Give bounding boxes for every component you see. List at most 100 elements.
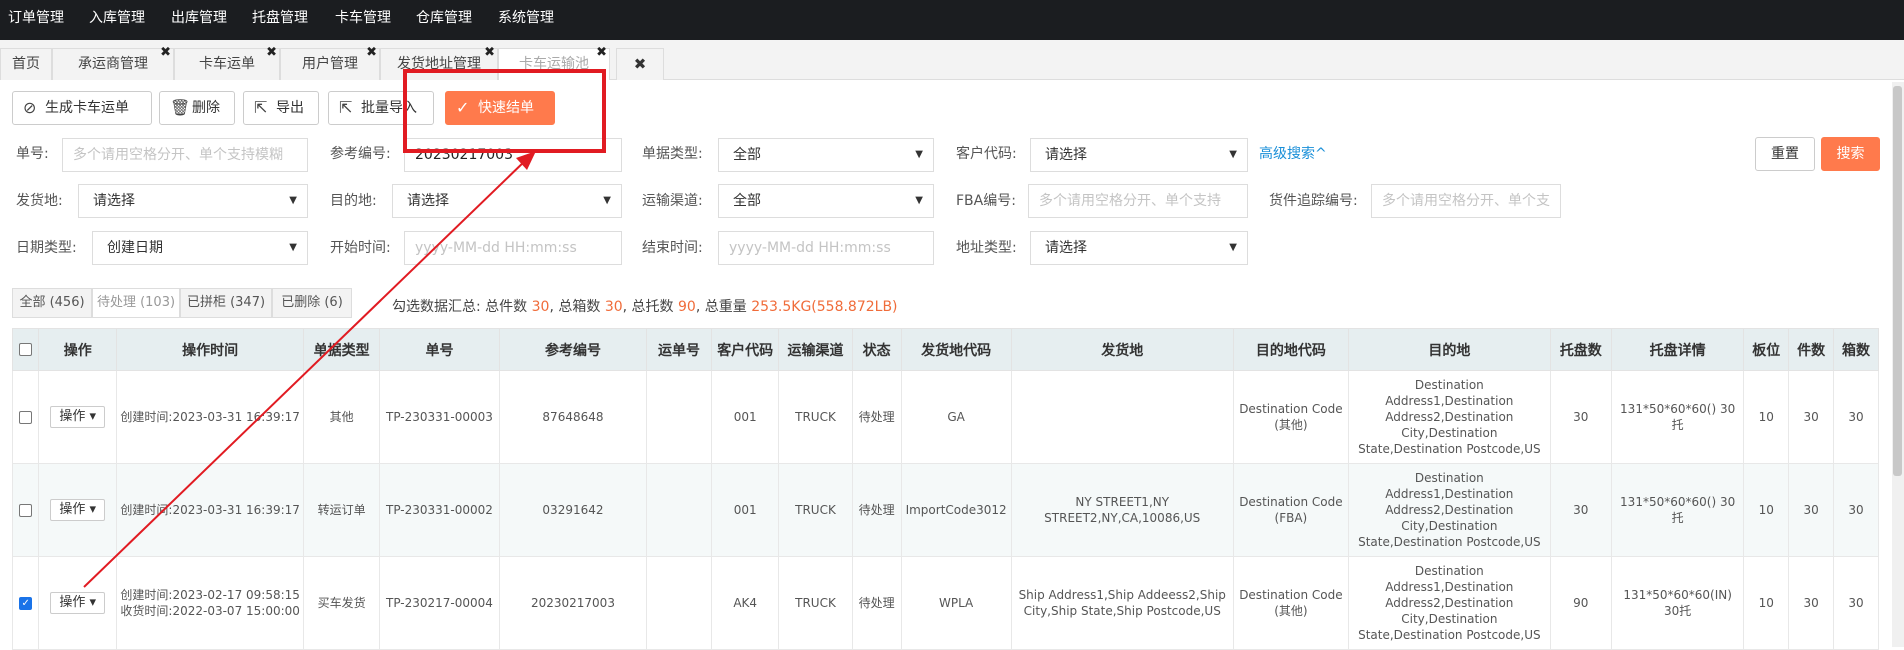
button-label: 导出 [276, 100, 304, 116]
nav-system-mgmt[interactable]: 系统管理 [498, 0, 554, 40]
delete-button[interactable]: 🗑 删除 [159, 91, 235, 125]
tracking-no-label: 货件追踪编号: [1269, 193, 1358, 209]
fba-no-input[interactable]: 多个请用空格分开、单个支持 [1028, 184, 1248, 218]
close-icon[interactable]: ✖ [484, 46, 495, 60]
button-label: 批量导入 [361, 100, 417, 116]
date-type-label: 日期类型: [16, 240, 77, 256]
tracking-no-input[interactable]: 多个请用空格分开、单个支 [1371, 184, 1561, 218]
address-type-label: 地址类型: [956, 240, 1017, 256]
origin-label: 发货地: [16, 193, 63, 209]
summary-pallets: 90 [678, 299, 696, 315]
select-value: 请选择 [1045, 147, 1087, 163]
op-cell: 操作 ▾ [38, 370, 117, 464]
ref-no-label: 参考编号: [330, 146, 391, 162]
select-value: 请选择 [407, 193, 449, 209]
nav-truck-mgmt[interactable]: 卡车管理 [335, 0, 391, 40]
cell-pallet-detail: 131*50*60*60() 30托 [1610, 370, 1745, 464]
tab-shipping-address-mgmt[interactable]: 发货地址管理 ✖ [380, 46, 498, 80]
close-icon[interactable]: ✖ [266, 46, 277, 60]
caret-down-icon: ▼ [289, 242, 297, 253]
op-cell: 操作 ▾ [38, 556, 117, 650]
cell-dest-code: Destination Code (其他) [1232, 556, 1349, 650]
cell-slots: 10 [1743, 556, 1790, 650]
advanced-search-link[interactable]: 高级搜索^ [1259, 144, 1327, 164]
op-cell: 操作 ▾ [38, 463, 117, 557]
select-value: 请选择 [1045, 240, 1087, 256]
nav-order-mgmt[interactable]: 订单管理 [8, 0, 64, 40]
status-tab-consolidated[interactable]: 已拼柜 (347) [180, 288, 272, 318]
operation-dropdown-button[interactable]: 操作 ▾ [50, 406, 106, 428]
tab-user-mgmt[interactable]: 用户管理 ✖ [280, 46, 380, 80]
destination-label: 目的地: [330, 193, 377, 209]
check-circle-icon: ⊘ [23, 98, 37, 117]
quick-close-button[interactable]: ✓ 快速结单 [445, 91, 555, 125]
cell-ref: 20230217003 [499, 556, 647, 650]
tab-home[interactable]: 首页 [0, 48, 52, 80]
nav-warehouse-mgmt[interactable]: 仓库管理 [416, 0, 472, 40]
nav-outbound-mgmt[interactable]: 出库管理 [171, 0, 227, 40]
caret-down-icon: ▼ [915, 195, 923, 206]
nav-inbound-mgmt[interactable]: 入库管理 [89, 0, 145, 40]
cell-dest: Destination Address1,Destination Address… [1347, 556, 1551, 650]
cell-status: 待处理 [851, 463, 902, 557]
cell-boxes: 30 [1833, 370, 1879, 464]
select-all-checkbox[interactable] [19, 343, 33, 356]
close-icon[interactable]: ✖ [160, 46, 171, 60]
cell-channel: TRUCK [778, 556, 853, 650]
row-checkbox[interactable] [19, 504, 33, 517]
tab-carrier-mgmt[interactable]: 承运商管理 ✖ [52, 46, 174, 80]
scrollbar-thumb[interactable] [1893, 86, 1902, 476]
cell-pallet-detail: 131*50*60*60() 30托 [1610, 463, 1745, 557]
doc-type-select[interactable]: 全部 ▼ [718, 138, 934, 172]
export-button[interactable]: ⇱ 导出 [243, 91, 319, 125]
cell-customer: AK4 [711, 556, 780, 650]
search-button[interactable]: 搜索 [1821, 137, 1880, 171]
origin-select[interactable]: 请选择 ▼ [78, 184, 308, 218]
table-header-row: 操作 操作时间 单据类型 单号 参考编号 运单号 客户代码 运输渠道 状态 发货… [11, 328, 1879, 371]
column-header: 操作 [38, 328, 117, 371]
summary-weight: 253.5KG(558.872LB) [751, 299, 898, 315]
status-tab-pending[interactable]: 待处理 (103) [92, 288, 180, 318]
generate-truck-waybill-button[interactable]: ⊘ 生成卡车运单 [12, 91, 152, 125]
close-icon[interactable]: ✖ [366, 46, 377, 60]
status-tab-all[interactable]: 全部 (456) [12, 288, 92, 318]
tab-label: 发货地址管理 [397, 56, 481, 72]
nav-pallet-mgmt[interactable]: 托盘管理 [252, 0, 308, 40]
customer-code-label: 客户代码: [956, 146, 1017, 162]
row-select-cell: ✓ [11, 556, 40, 650]
button-label: 快速结单 [478, 100, 534, 116]
cell-time: 创建时间:2023-03-31 16:39:17 [115, 370, 305, 464]
column-header: 目的地 [1347, 328, 1551, 371]
address-type-select[interactable]: 请选择 ▼ [1030, 231, 1248, 265]
row-select-cell [11, 463, 40, 557]
summary-text: , 总箱数 [549, 299, 601, 315]
cell-ref: 03291642 [499, 463, 647, 557]
cell-pallets: 90 [1549, 556, 1612, 650]
tab-truck-waybill[interactable]: 卡车运单 ✖ [174, 46, 280, 80]
channel-select[interactable]: 全部 ▼ [718, 184, 934, 218]
operation-dropdown-button[interactable]: 操作 ▾ [50, 499, 106, 521]
order-no-input[interactable]: 多个请用空格分开、单个支持模糊 [62, 138, 308, 172]
column-header: 托盘详情 [1610, 328, 1745, 371]
cell-origin-code: GA [900, 370, 1012, 464]
start-time-input[interactable]: yyyy-MM-dd HH:mm:ss [404, 231, 622, 265]
end-time-input[interactable]: yyyy-MM-dd HH:mm:ss [718, 231, 934, 265]
destination-select[interactable]: 请选择 ▼ [392, 184, 622, 218]
reset-button[interactable]: 重置 [1755, 137, 1815, 171]
batch-import-button[interactable]: ⇱ 批量导入 [328, 91, 434, 125]
row-checkbox[interactable] [19, 411, 33, 424]
customer-code-select[interactable]: 请选择 ▼ [1030, 138, 1248, 172]
close-icon[interactable]: ✖ [596, 46, 607, 60]
row-checkbox[interactable]: ✓ [19, 597, 33, 610]
ref-no-input[interactable]: 20230217003 [404, 138, 622, 172]
status-tab-deleted[interactable]: 已删除 (6) [272, 288, 352, 318]
tab-truck-pool[interactable]: 卡车运输池 ✖ [498, 46, 610, 80]
close-all-tabs-button[interactable]: ✖ [616, 48, 664, 80]
table-row: 操作 ▾ 创建时间:2023-03-31 16:39:17 其他 TP-2303… [11, 370, 1879, 464]
operation-dropdown-button[interactable]: 操作 ▾ [50, 592, 106, 614]
cell-pallet-detail: 131*50*60*60(IN) 30托 [1610, 556, 1745, 650]
column-header: 托盘数 [1549, 328, 1612, 371]
date-type-select[interactable]: 创建日期 ▼ [92, 231, 308, 265]
column-header: 运单号 [645, 328, 713, 371]
cell-origin: Ship Address1,Ship Addeess2,Ship City,Sh… [1010, 556, 1234, 650]
